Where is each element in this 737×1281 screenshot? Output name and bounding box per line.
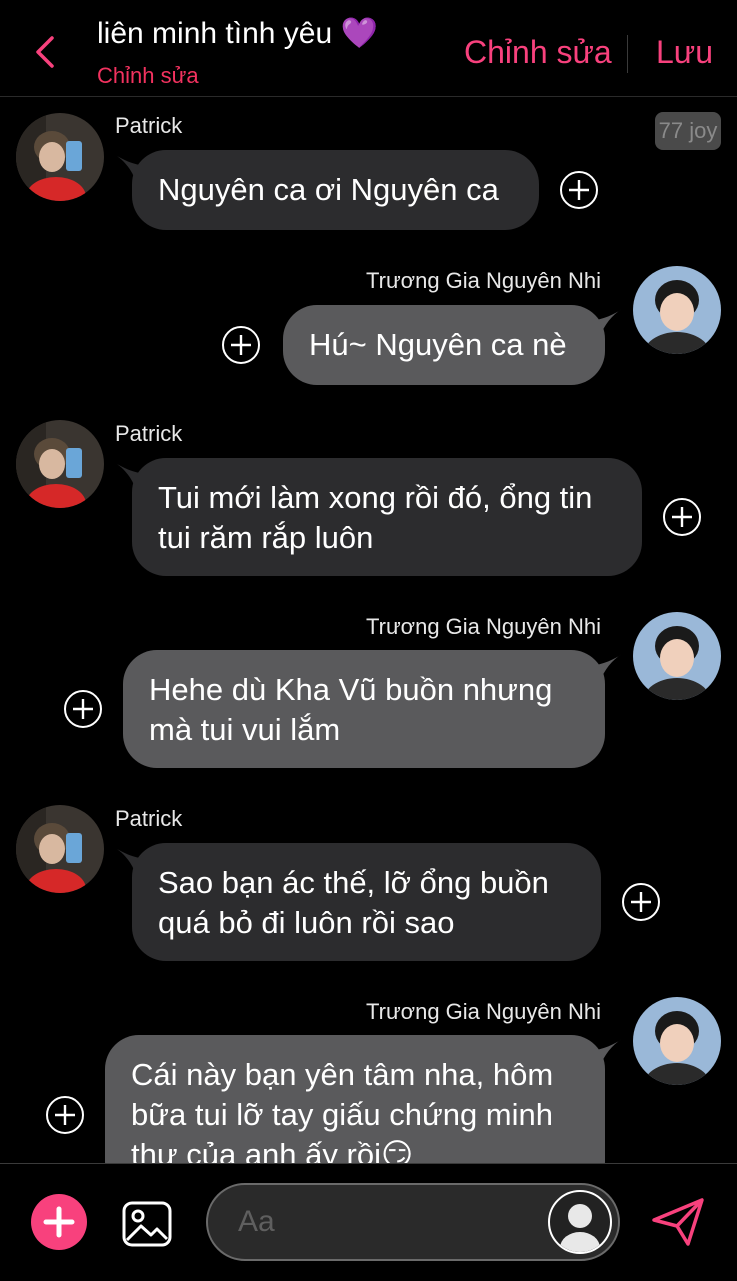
message-line: Hehe dù Kha Vũ buồn nhưng [149,672,553,707]
message-input[interactable]: Aa [206,1183,620,1261]
joy-badge: 77 joy [655,112,721,150]
message-line: bữa tui lỡ tay giấu chứng minh [131,1097,553,1132]
message-line: mà tui vui lắm [149,712,341,747]
edit-button[interactable]: Chỉnh sửa [464,34,612,71]
add-reaction-icon[interactable] [63,689,103,729]
add-button[interactable] [31,1194,87,1250]
patrick-avatar[interactable] [16,113,104,201]
sender-name: Patrick [115,113,183,138]
chat-title: liên minh tình yêu 💜 [97,17,378,50]
message-line: Sao bạn ác thế, lỡ ổng buồn [158,865,549,900]
nhi-avatar[interactable] [633,612,721,700]
message-line: Nguyên ca ơi Nguyên ca [158,172,499,207]
header-divider [627,35,628,73]
patrick-avatar[interactable] [16,805,104,893]
message-bubble[interactable]: Tui mới làm xong rồi đó, ổng tin tui răm… [132,458,642,576]
add-reaction-icon[interactable] [559,170,599,210]
sender-name: Patrick [115,421,183,446]
save-button[interactable]: Lưu [656,34,713,71]
message-bubble[interactable]: Hú~ Nguyên ca nè [283,305,605,385]
message-line: Cái này bạn yên tâm nha, hôm [131,1057,554,1092]
send-icon[interactable] [650,1196,706,1248]
message-composer: Aa [0,1163,737,1281]
add-reaction-icon[interactable] [221,325,261,365]
message-bubble[interactable]: Hehe dù Kha Vũ buồn nhưng mà tui vui lắm [123,650,605,768]
patrick-avatar[interactable] [16,420,104,508]
avatar-icon[interactable] [548,1190,612,1254]
back-chevron-icon[interactable] [28,34,64,70]
sender-name: Trương Gia Nguyên Nhi [366,999,601,1024]
add-reaction-icon[interactable] [621,882,661,922]
add-reaction-icon[interactable] [45,1095,85,1135]
message-bubble[interactable]: Sao bạn ác thế, lỡ ổng buồn quá bỏ đi lu… [132,843,601,961]
sender-name: Trương Gia Nguyên Nhi [366,614,601,639]
nhi-avatar[interactable] [633,997,721,1085]
sender-name: Trương Gia Nguyên Nhi [366,268,601,293]
input-placeholder: Aa [238,1205,275,1238]
add-reaction-icon[interactable] [662,497,702,537]
message-bubble[interactable]: Nguyên ca ơi Nguyên ca [132,150,539,230]
message-line: thư của anh ấy rồi😏 [131,1137,414,1163]
nhi-avatar[interactable] [633,266,721,354]
message-line: Hú~ Nguyên ca nè [309,327,567,362]
message-line: quá bỏ đi luôn rồi sao [158,905,455,940]
message-bubble[interactable]: Cái này bạn yên tâm nha, hôm bữa tui lỡ … [105,1035,605,1163]
image-icon[interactable] [121,1198,173,1250]
chat-subtitle[interactable]: Chỉnh sửa [97,63,199,89]
chat-header: liên minh tình yêu 💜 Chỉnh sửa Chỉnh sửa… [0,0,737,97]
message-line: tui răm rắp luôn [158,520,374,555]
message-list[interactable]: 77 joy Patrick Nguyên ca ơi Nguyên ca Tr… [0,97,737,1163]
sender-name: Patrick [115,806,183,831]
message-line: Tui mới làm xong rồi đó, ổng tin [158,480,593,515]
plus-icon [43,1206,75,1238]
